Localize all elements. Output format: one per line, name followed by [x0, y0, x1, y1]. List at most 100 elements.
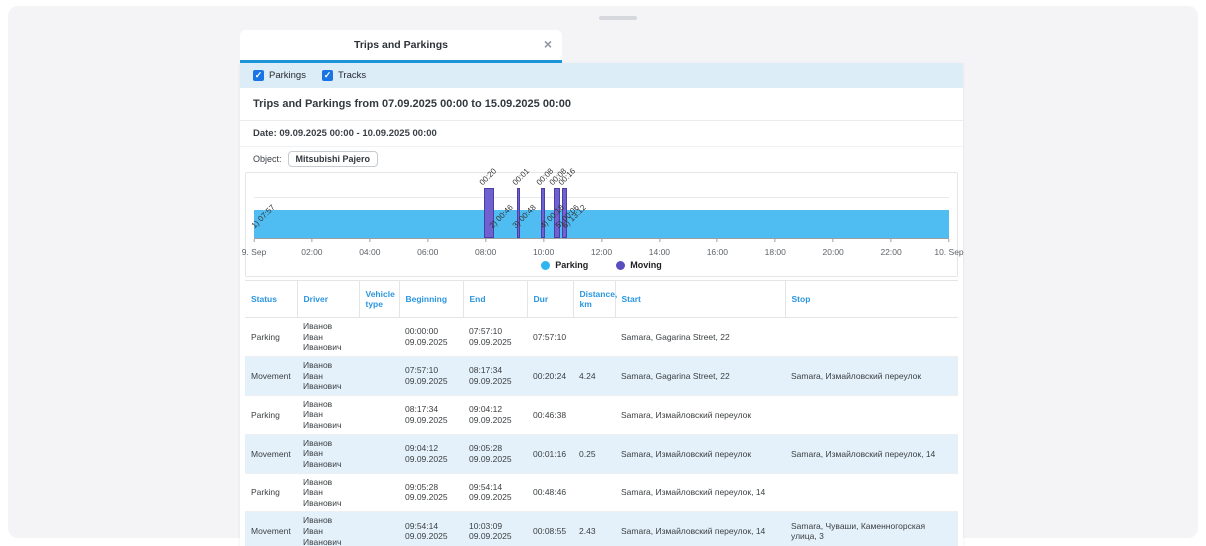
moving-bar[interactable] — [484, 188, 494, 238]
axis-tick: 02:00 — [301, 239, 322, 260]
header-stop[interactable]: Stop — [785, 281, 958, 318]
cell-dur: 07:57:10 — [527, 318, 573, 357]
close-icon[interactable]: × — [544, 37, 552, 51]
cell-vehicle-type — [359, 512, 399, 546]
table-row[interactable]: Parking Иванов Иван Иванович 00:00:0009.… — [245, 318, 958, 357]
cell-start: Samara, Измайловский переулок, 14 — [615, 473, 785, 512]
cell-end: 09:54:1409.09.2025 — [463, 473, 527, 512]
header-dur[interactable]: Dur — [527, 281, 573, 318]
axis-tick: 22:00 — [880, 239, 901, 260]
axis-tick: 08:00 — [475, 239, 496, 260]
cell-dur: 00:01:16 — [527, 434, 573, 473]
table-row[interactable]: Movement Иванов Иван Иванович 09:04:1209… — [245, 434, 958, 473]
cell-beginning: 09:54:1409.09.2025 — [399, 512, 463, 546]
cell-stop: Samara, Измайловский переулок — [785, 356, 958, 395]
cell-distance — [573, 318, 615, 357]
layers-toolbar: ✓ Parkings ✓ Tracks — [240, 63, 963, 88]
cell-start: Samara, Gagarina Street, 22 — [615, 356, 785, 395]
drag-handle[interactable] — [599, 16, 637, 20]
cell-end: 09:04:1209.09.2025 — [463, 395, 527, 434]
trips-and-parkings-window: Trips and Parkings × ✓ Parkings ✓ Tracks… — [240, 30, 963, 546]
header-end[interactable]: End — [463, 281, 527, 318]
legend-parking-label: Parking — [555, 260, 588, 270]
cell-vehicle-type — [359, 434, 399, 473]
tracks-checkbox-label: Tracks — [338, 70, 366, 81]
cell-status: Movement — [245, 434, 297, 473]
table-row[interactable]: Movement Иванов Иван Иванович 07:57:1009… — [245, 356, 958, 395]
header-beginning[interactable]: Beginning — [399, 281, 463, 318]
cell-end: 07:57:1009.09.2025 — [463, 318, 527, 357]
axis-tick: 04:00 — [359, 239, 380, 260]
checkbox-checked-icon[interactable]: ✓ — [253, 70, 264, 81]
parking-dot-icon — [541, 261, 550, 270]
cell-status: Parking — [245, 473, 297, 512]
axis-tick: 18:00 — [765, 239, 786, 260]
axis-tick: 12:00 — [591, 239, 612, 260]
axis-tick: 10:00 — [533, 239, 554, 260]
cell-stop: Samara, Измайловский переулок, 14 — [785, 434, 958, 473]
parkings-checkbox[interactable]: ✓ Parkings — [253, 70, 306, 81]
cell-vehicle-type — [359, 395, 399, 434]
cell-start: Samara, Измайловский переулок, 14 — [615, 512, 785, 546]
cell-distance — [573, 395, 615, 434]
cell-driver: Иванов Иван Иванович — [297, 434, 359, 473]
screen: Trips and Parkings × ✓ Parkings ✓ Tracks… — [0, 0, 1206, 546]
cell-dur: 00:20:24 — [527, 356, 573, 395]
table-row[interactable]: Parking Иванов Иван Иванович 08:17:3409.… — [245, 395, 958, 434]
cell-stop — [785, 395, 958, 434]
window-body: ✓ Parkings ✓ Tracks Trips and Parkings f… — [240, 63, 963, 546]
cell-status: Movement — [245, 512, 297, 546]
cell-status: Parking — [245, 318, 297, 357]
header-driver[interactable]: Driver — [297, 281, 359, 318]
legend-item-moving[interactable]: Moving — [616, 260, 662, 270]
axis-tick: 9. Sep — [242, 239, 267, 260]
cell-status: Parking — [245, 395, 297, 434]
cell-beginning: 07:57:1009.09.2025 — [399, 356, 463, 395]
axis-tick: 06:00 — [417, 239, 438, 260]
table-header-row: Status Driver Vehicle type Beginning End… — [245, 281, 958, 318]
axis-tick: 10. Sep — [934, 239, 963, 260]
header-distance[interactable]: Distance, km — [573, 281, 615, 318]
header-start[interactable]: Start — [615, 281, 785, 318]
cell-driver: Иванов Иван Иванович — [297, 356, 359, 395]
object-chip[interactable]: Mitsubishi Pajero — [288, 151, 379, 167]
cell-driver: Иванов Иван Иванович — [297, 395, 359, 434]
cell-vehicle-type — [359, 318, 399, 357]
legend-moving-label: Moving — [630, 260, 662, 270]
cell-end: 10:03:0909.09.2025 — [463, 512, 527, 546]
object-row: Object: Mitsubishi Pajero — [240, 147, 963, 172]
parking-band[interactable] — [254, 210, 949, 238]
cell-status: Movement — [245, 356, 297, 395]
table-row[interactable]: Parking Иванов Иван Иванович 09:05:2809.… — [245, 473, 958, 512]
moving-dot-icon — [616, 261, 625, 270]
header-status[interactable]: Status — [245, 281, 297, 318]
tracks-checkbox[interactable]: ✓ Tracks — [322, 70, 366, 81]
report-date-range: Date: 09.09.2025 00:00 - 10.09.2025 00:0… — [240, 121, 963, 147]
cell-start: Samara, Gagarina Street, 22 — [615, 318, 785, 357]
time-axis: 9. Sep 02:00 04:00 06:00 08:00 10:00 12:… — [254, 239, 949, 255]
cell-driver: Иванов Иван Иванович — [297, 473, 359, 512]
cell-driver: Иванов Иван Иванович — [297, 512, 359, 546]
cell-distance: 4.24 — [573, 356, 615, 395]
moving-bar[interactable] — [517, 188, 520, 238]
moving-bar[interactable] — [541, 188, 545, 238]
cell-distance — [573, 473, 615, 512]
axis-tick: 20:00 — [823, 239, 844, 260]
cell-beginning: 09:05:2809.09.2025 — [399, 473, 463, 512]
cell-vehicle-type — [359, 473, 399, 512]
cell-beginning: 08:17:3409.09.2025 — [399, 395, 463, 434]
cell-distance: 0.25 — [573, 434, 615, 473]
cell-dur: 00:46:38 — [527, 395, 573, 434]
cell-dur: 00:48:46 — [527, 473, 573, 512]
cell-stop — [785, 473, 958, 512]
table-row[interactable]: Movement Иванов Иван Иванович 09:54:1409… — [245, 512, 958, 546]
cell-stop: Samara, Чуваши, Каменногорская улица, 3 — [785, 512, 958, 546]
legend-item-parking[interactable]: Parking — [541, 260, 588, 270]
cell-vehicle-type — [359, 356, 399, 395]
cell-distance: 2.43 — [573, 512, 615, 546]
header-vehicle-type[interactable]: Vehicle type — [359, 281, 399, 318]
report-title: Trips and Parkings from 07.09.2025 00:00… — [240, 88, 963, 121]
trips-table: Status Driver Vehicle type Beginning End… — [245, 280, 958, 546]
checkbox-checked-icon[interactable]: ✓ — [322, 70, 333, 81]
tab-trips-and-parkings[interactable]: Trips and Parkings × — [240, 30, 562, 63]
